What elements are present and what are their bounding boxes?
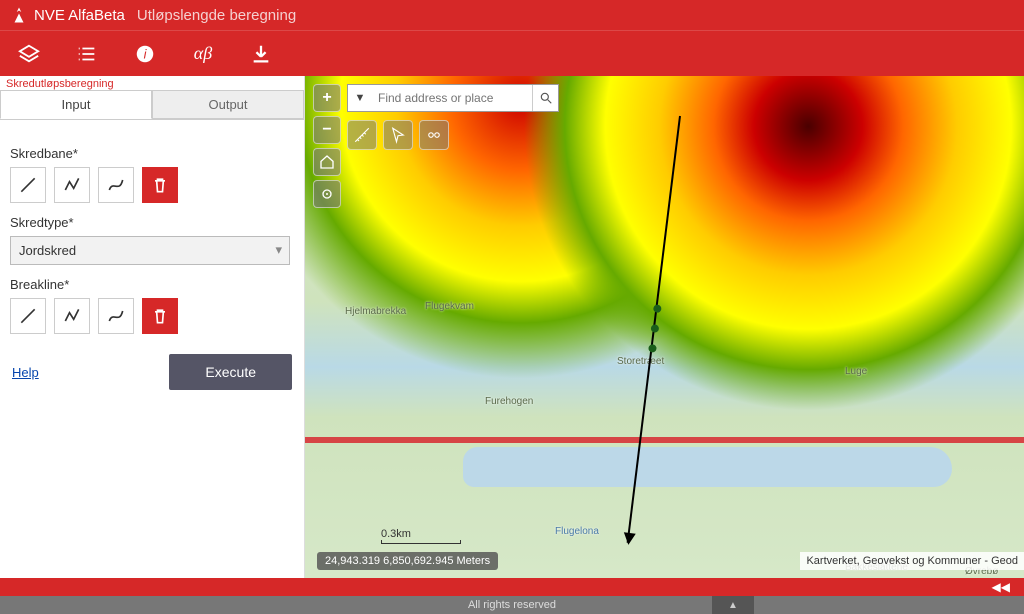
zoom-in-button[interactable]: +	[313, 84, 341, 112]
tab-input[interactable]: Input	[0, 90, 152, 119]
section-label: Skredutløpsberegning	[0, 74, 120, 90]
draw-polyline-button[interactable]	[54, 167, 90, 203]
sidebar-collapse-bar: ◀◀	[0, 578, 1024, 596]
page-title: Utløpslengde beregning	[137, 7, 296, 24]
settings-tool-button[interactable]	[419, 120, 449, 150]
app-name: NVE AlfaBeta	[34, 7, 125, 24]
home-extent-button[interactable]	[313, 148, 341, 176]
place-label: Furehogen	[485, 396, 533, 407]
draw-line-button[interactable]	[10, 167, 46, 203]
skredbane-label: Skredbane*	[10, 146, 294, 161]
search-button[interactable]	[532, 85, 558, 111]
zoom-out-button[interactable]: −	[313, 116, 341, 144]
select-tool-button[interactable]	[383, 120, 413, 150]
execute-button[interactable]: Execute	[169, 354, 292, 390]
map-search: ▼	[347, 84, 559, 112]
collapse-sidebar-button[interactable]: ◀◀	[992, 580, 1010, 594]
place-label: Luge	[845, 366, 867, 377]
coords-display: 24,943.319 6,850,692.945 Meters	[317, 552, 498, 570]
draw-line-button-2[interactable]	[10, 298, 46, 334]
breakline-label: Breakline*	[10, 277, 294, 292]
main-toolbar: i αβ	[0, 30, 1024, 76]
scale-label: 0.3km	[381, 528, 461, 540]
skredtype-label: Skredtype*	[10, 215, 294, 230]
map-canvas[interactable]: Hjelmabrekka Flugekvam Storetræet Fureho…	[305, 76, 1024, 578]
list-button[interactable]	[58, 31, 116, 77]
place-label: Flugelona	[555, 526, 599, 537]
draw-freehand-button[interactable]	[98, 167, 134, 203]
skredtype-select[interactable]: Jordskred	[10, 236, 290, 265]
help-link[interactable]: Help	[12, 365, 39, 380]
download-button[interactable]	[232, 31, 290, 77]
footer: All rights reserved ▲	[0, 596, 1024, 614]
tab-output[interactable]: Output	[152, 90, 304, 119]
arrowhead-icon	[622, 532, 635, 545]
draw-polyline-button-2[interactable]	[54, 298, 90, 334]
place-label: Flugekvam	[425, 301, 474, 312]
map-road	[305, 437, 1024, 443]
locate-button[interactable]	[313, 180, 341, 208]
place-label: Storetræet	[617, 356, 664, 367]
app-header: NVE AlfaBeta Utløpslengde beregning	[0, 0, 1024, 30]
scale-bar: 0.3km	[381, 528, 461, 544]
footer-expand-handle[interactable]: ▲	[712, 596, 754, 614]
alphabeta-button[interactable]: αβ	[174, 31, 232, 77]
map-background	[305, 76, 1024, 578]
skredbane-draw-tools	[10, 167, 294, 203]
input-sidebar: Skredutløpsberegning Input Output Skredb…	[0, 76, 305, 578]
layers-button[interactable]	[0, 31, 58, 77]
measure-button[interactable]	[347, 120, 377, 150]
map-attribution: Kartverket, Geovekst og Kommuner - Geod	[800, 552, 1024, 570]
clear-skredbane-button[interactable]	[142, 167, 178, 203]
footer-rights: All rights reserved	[468, 599, 556, 611]
search-input[interactable]	[372, 87, 532, 109]
place-label: Hjelmabrekka	[345, 306, 406, 317]
map-water	[463, 447, 952, 487]
nve-logo-icon	[10, 6, 28, 24]
search-scope-dropdown[interactable]: ▼	[348, 92, 372, 104]
breakline-draw-tools	[10, 298, 294, 334]
draw-freehand-button-2[interactable]	[98, 298, 134, 334]
clear-breakline-button[interactable]	[142, 298, 178, 334]
info-button[interactable]: i	[116, 31, 174, 77]
